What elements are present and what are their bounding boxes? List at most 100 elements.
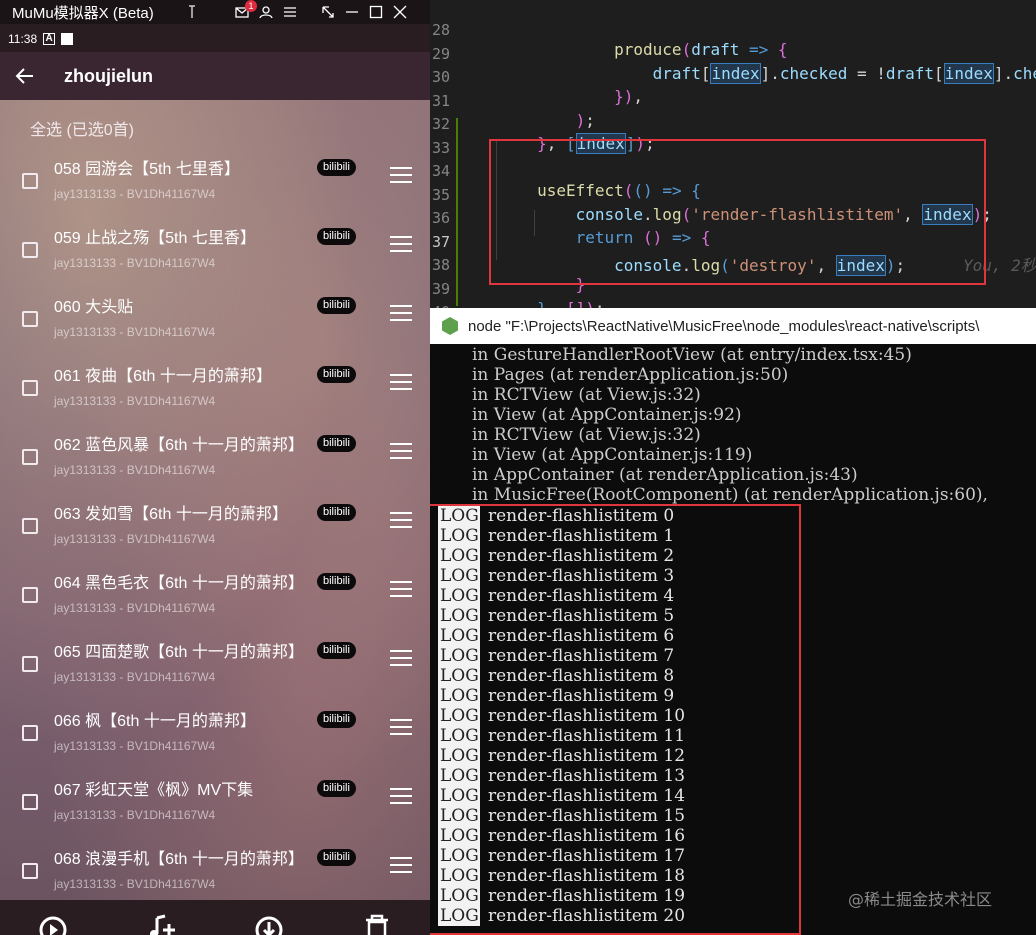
item-checkbox[interactable] (22, 380, 38, 396)
item-checkbox[interactable] (22, 656, 38, 672)
add-to-playlist-icon[interactable] (145, 910, 179, 935)
item-checkbox[interactable] (22, 863, 38, 879)
list-item[interactable]: 058 园游会【5th 七里香】 jay1313133 - BV1Dh41167W… (0, 155, 430, 224)
maximize-icon[interactable] (364, 0, 388, 24)
source-badge: bilibili (317, 159, 356, 176)
account-icon[interactable] (254, 0, 278, 24)
source-badge: bilibili (317, 849, 356, 866)
stack-trace-line: in View (at AppContainer.js:119) (472, 445, 753, 465)
song-subtitle: jay1313133 - BV1Dh41167W4 (54, 532, 216, 546)
stack-trace-line: in GestureHandlerRootView (at entry/inde… (472, 345, 912, 365)
drag-handle-icon[interactable] (390, 236, 412, 252)
song-subtitle: jay1313133 - BV1Dh41167W4 (54, 601, 216, 615)
source-badge: bilibili (317, 711, 356, 728)
drag-handle-icon[interactable] (390, 443, 412, 459)
status-a-icon: A (43, 33, 56, 45)
download-icon[interactable] (252, 910, 286, 935)
drag-handle-icon[interactable] (390, 857, 412, 873)
list-item[interactable]: 066 枫【6th 十一月的萧邦】 jay1313133 - BV1Dh41167… (0, 707, 430, 776)
item-checkbox[interactable] (22, 449, 38, 465)
list-item[interactable]: 060 大头贴 jay1313133 - BV1Dh41167W4 bilibili (0, 293, 430, 362)
source-badge: bilibili (317, 297, 356, 314)
item-checkbox[interactable] (22, 173, 38, 189)
annotation-box-code (489, 139, 986, 285)
source-badge: bilibili (317, 435, 356, 452)
list-item[interactable]: 062 蓝色风暴【6th 十一月的萧邦】 jay1313133 - BV1Dh41… (0, 431, 430, 500)
nodejs-icon (442, 317, 458, 335)
drag-handle-icon[interactable] (390, 581, 412, 597)
code-line: 32 }, [index]); (431, 115, 655, 154)
song-subtitle: jay1313133 - BV1Dh41167W4 (54, 739, 216, 753)
drag-handle-icon[interactable] (390, 512, 412, 528)
source-badge: bilibili (317, 366, 356, 383)
code-line: 31 ); (431, 91, 595, 130)
emulator-window: MuMu模拟器X (Beta) 1 11:38 A zhoujielun 全选 … (0, 0, 430, 935)
drag-handle-icon[interactable] (390, 167, 412, 183)
bottom-action-bar (0, 900, 430, 935)
back-arrow-icon[interactable] (0, 52, 50, 100)
terminal-output[interactable]: in GestureHandlerRootView (at entry/inde… (430, 344, 1036, 935)
item-checkbox[interactable] (22, 725, 38, 741)
code-editor[interactable]: 28 produce(draft => { 29 draft[index].ch… (430, 0, 1036, 308)
shrink-icon[interactable] (316, 0, 340, 24)
song-title: 060 大头贴 (54, 299, 134, 316)
minimize-icon[interactable] (340, 0, 364, 24)
stack-trace-line: in View (at AppContainer.js:92) (472, 405, 742, 425)
song-title: 058 园游会【5th 七里香】 (54, 161, 240, 178)
item-checkbox[interactable] (22, 311, 38, 327)
watermark: @稀土掘金技术社区 (848, 890, 993, 909)
drag-handle-icon[interactable] (390, 374, 412, 390)
list-item[interactable]: 063 发如雪【6th 十一月的萧邦】 jay1313133 - BV1Dh411… (0, 500, 430, 569)
source-badge: bilibili (317, 780, 356, 797)
list-item[interactable]: 065 四面楚歌【6th 十一月的萧邦】 jay1313133 - BV1Dh41… (0, 638, 430, 707)
status-time: 11:38 (8, 32, 38, 46)
song-title: 064 黑色毛衣【6th 十一月的萧邦】 (54, 575, 304, 592)
song-list[interactable]: 全选 (已选0首) 058 园游会【5th 七里香】 jay1313133 - B… (0, 100, 430, 900)
menu-icon[interactable] (278, 0, 302, 24)
item-checkbox[interactable] (22, 242, 38, 258)
song-subtitle: jay1313133 - BV1Dh41167W4 (54, 463, 216, 477)
emulator-window-title: MuMu模拟器X (Beta) (12, 4, 154, 22)
song-subtitle: jay1313133 - BV1Dh41167W4 (54, 325, 216, 339)
pin-icon[interactable] (180, 0, 204, 24)
song-title: 062 蓝色风暴【6th 十一月的萧邦】 (54, 437, 304, 454)
song-title: 066 枫【6th 十一月的萧邦】 (54, 713, 256, 730)
song-title: 065 四面楚歌【6th 十一月的萧邦】 (54, 644, 304, 661)
drag-handle-icon[interactable] (390, 650, 412, 666)
drag-handle-icon[interactable] (390, 719, 412, 735)
code-line: 40 (430, 284, 1036, 308)
select-all-label[interactable]: 全选 (已选0首) (30, 116, 134, 140)
close-icon[interactable] (388, 0, 412, 24)
list-item[interactable]: 067 彩虹天堂《枫》MV下集 jay1313133 - BV1Dh41167W4… (0, 776, 430, 845)
stack-trace-line: in RCTView (at View.js:32) (472, 425, 701, 445)
delete-icon[interactable] (360, 910, 394, 935)
song-subtitle: jay1313133 - BV1Dh41167W4 (54, 877, 216, 891)
song-title: 059 止战之殇【5th 七里香】 (54, 230, 256, 247)
list-item[interactable]: 059 止战之殇【5th 七里香】 jay1313133 - BV1Dh41167… (0, 224, 430, 293)
item-checkbox[interactable] (22, 587, 38, 603)
list-item[interactable]: 064 黑色毛衣【6th 十一月的萧邦】 jay1313133 - BV1Dh41… (0, 569, 430, 638)
list-item[interactable]: 061 夜曲【6th 十一月的萧邦】 jay1313133 - BV1Dh4116… (0, 362, 430, 431)
source-badge: bilibili (317, 642, 356, 659)
stack-trace-line: in RCTView (at View.js:32) (472, 385, 701, 405)
item-checkbox[interactable] (22, 518, 38, 534)
code-line: 28 produce(draft => { (431, 21, 788, 59)
mail-badge: 1 (245, 0, 257, 12)
android-status-bar: 11:38 A (0, 28, 430, 50)
stack-trace-line: in AppContainer (at renderApplication.js… (472, 465, 858, 485)
song-subtitle: jay1313133 - BV1Dh41167W4 (54, 256, 216, 270)
code-line: 30 }), (431, 68, 644, 106)
song-title: 068 浪漫手机【6th 十一月的萧邦】 (54, 851, 304, 868)
song-title: 067 彩虹天堂《枫》MV下集 (54, 782, 254, 799)
item-checkbox[interactable] (22, 794, 38, 810)
play-next-icon[interactable] (36, 910, 70, 935)
source-badge: bilibili (317, 573, 356, 590)
drag-handle-icon[interactable] (390, 305, 412, 321)
terminal-titlebar: node "F:\Projects\ReactNative\MusicFree\… (430, 308, 1036, 344)
stack-trace-line: in Pages (at renderApplication.js:50) (472, 365, 789, 385)
stack-trace-line: in MusicFree(RootComponent) (at renderAp… (472, 485, 988, 505)
song-subtitle: jay1313133 - BV1Dh41167W4 (54, 670, 216, 684)
song-title: 061 夜曲【6th 十一月的萧邦】 (54, 368, 272, 385)
drag-handle-icon[interactable] (390, 788, 412, 804)
emulator-titlebar: MuMu模拟器X (Beta) (0, 0, 430, 24)
